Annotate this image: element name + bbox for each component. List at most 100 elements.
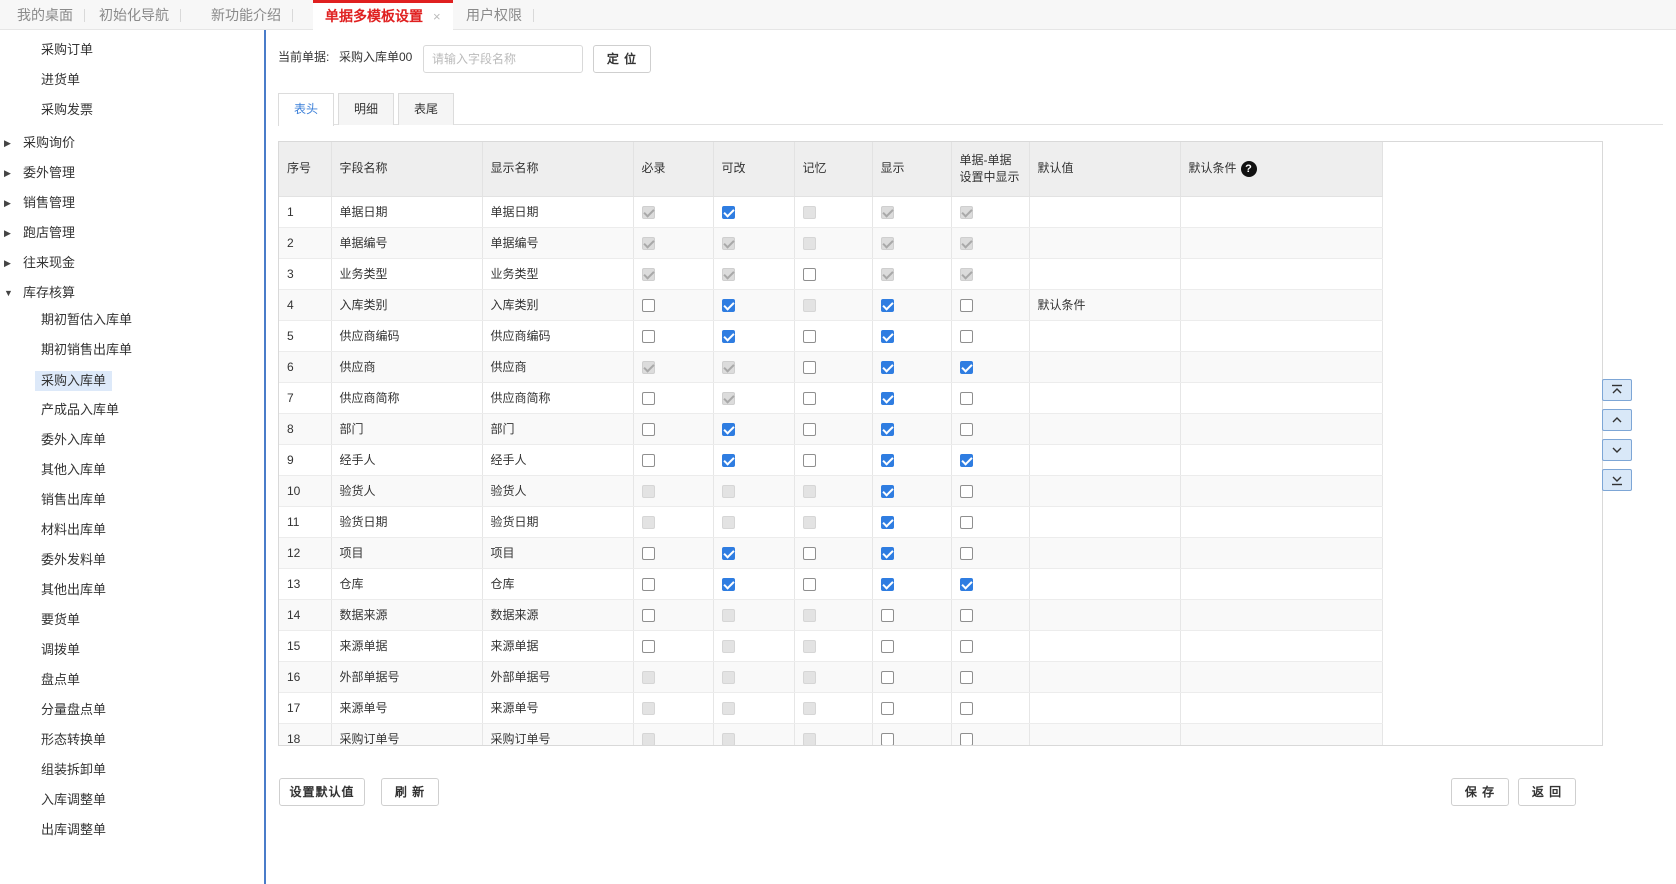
default-value-cell[interactable] <box>1029 661 1181 693</box>
default-value-cell[interactable] <box>1029 568 1181 600</box>
editable-checkbox[interactable] <box>721 205 735 219</box>
editable-checkbox[interactable] <box>721 577 735 591</box>
show-in-setting-checkbox[interactable] <box>959 298 973 312</box>
sidebar-item[interactable]: 期初暂估入库单 <box>0 305 262 335</box>
table-row[interactable]: 10 验货人 验货人 <box>279 475 1383 507</box>
default-condition-cell[interactable] <box>1180 475 1383 507</box>
sidebar-item[interactable]: 材料出库单 <box>0 515 262 545</box>
default-condition-cell[interactable] <box>1180 661 1383 693</box>
sidebar-item[interactable]: 调拨单 <box>0 635 262 665</box>
tab-footer[interactable]: 表尾 <box>398 93 454 125</box>
table-row[interactable]: 16 外部单据号 外部单据号 <box>279 661 1383 693</box>
memory-checkbox[interactable] <box>802 546 816 560</box>
show-in-setting-checkbox[interactable] <box>959 453 973 467</box>
show-in-setting-checkbox[interactable] <box>959 732 973 745</box>
table-row[interactable]: 15 来源单据 来源单据 <box>279 630 1383 662</box>
visible-checkbox[interactable] <box>880 422 894 436</box>
sidebar-item[interactable]: 出库调整单 <box>0 815 262 845</box>
visible-checkbox[interactable] <box>880 515 894 529</box>
visible-checkbox[interactable] <box>880 360 894 374</box>
move-top-button[interactable] <box>1602 379 1632 401</box>
sidebar-item[interactable]: 产成品入库单 <box>0 395 262 425</box>
visible-checkbox[interactable] <box>880 732 894 745</box>
caret-right-icon[interactable]: ▶ <box>4 248 11 278</box>
default-value-cell[interactable] <box>1029 258 1181 290</box>
set-default-button[interactable]: 设置默认值 <box>279 778 365 806</box>
default-value-cell[interactable] <box>1029 196 1181 228</box>
move-up-button[interactable] <box>1602 409 1632 431</box>
editable-checkbox[interactable] <box>721 546 735 560</box>
table-row[interactable]: 3 业务类型 业务类型 <box>279 258 1383 290</box>
show-in-setting-checkbox[interactable] <box>959 577 973 591</box>
default-condition-cell[interactable] <box>1180 444 1383 476</box>
table-row[interactable]: 6 供应商 供应商 <box>279 351 1383 383</box>
table-row[interactable]: 7 供应商简称 供应商简称 <box>279 382 1383 414</box>
field-search-input[interactable] <box>423 45 583 73</box>
show-in-setting-checkbox[interactable] <box>959 484 973 498</box>
caret-right-icon[interactable]: ▶ <box>4 128 11 158</box>
sidebar-item[interactable]: 分量盘点单 <box>0 695 262 725</box>
visible-checkbox[interactable] <box>880 546 894 560</box>
table-row[interactable]: 8 部门 部门 <box>279 413 1383 445</box>
sidebar-item[interactable]: 组装拆卸单 <box>0 755 262 785</box>
sidebar-item[interactable]: 其他入库单 <box>0 455 262 485</box>
sidebar-item[interactable]: ▼ 库存核算 <box>0 278 262 308</box>
locate-button[interactable]: 定 位 <box>593 45 651 73</box>
top-tab-multi-template[interactable]: 单据多模板设置 × <box>313 0 453 30</box>
tab-header[interactable]: 表头 <box>278 93 334 126</box>
show-in-setting-checkbox[interactable] <box>959 546 973 560</box>
visible-checkbox[interactable] <box>880 670 894 684</box>
default-value-cell[interactable] <box>1029 723 1181 745</box>
memory-checkbox[interactable] <box>802 329 816 343</box>
sidebar-item[interactable]: 销售出库单 <box>0 485 262 515</box>
memory-checkbox[interactable] <box>802 422 816 436</box>
visible-checkbox[interactable] <box>880 608 894 622</box>
memory-checkbox[interactable] <box>802 391 816 405</box>
sidebar-item[interactable]: 采购入库单 <box>0 365 262 395</box>
visible-checkbox[interactable] <box>880 577 894 591</box>
caret-right-icon[interactable]: ▶ <box>4 188 11 218</box>
sidebar-item[interactable]: 要货单 <box>0 605 262 635</box>
editable-checkbox[interactable] <box>721 422 735 436</box>
default-condition-cell[interactable] <box>1180 506 1383 538</box>
show-in-setting-checkbox[interactable] <box>959 639 973 653</box>
sidebar-item[interactable]: 期初销售出库单 <box>0 335 262 365</box>
required-checkbox[interactable] <box>641 329 655 343</box>
table-row[interactable]: 1 单据日期 单据日期 <box>279 196 1383 228</box>
table-row[interactable]: 14 数据来源 数据来源 <box>279 599 1383 631</box>
default-value-cell[interactable] <box>1029 413 1181 445</box>
visible-checkbox[interactable] <box>880 298 894 312</box>
table-row[interactable]: 12 项目 项目 <box>279 537 1383 569</box>
sidebar-item[interactable]: 其他出库单 <box>0 575 262 605</box>
memory-checkbox[interactable] <box>802 360 816 374</box>
memory-checkbox[interactable] <box>802 267 816 281</box>
sidebar-item[interactable]: 盘点单 <box>0 665 262 695</box>
default-condition-cell[interactable] <box>1180 723 1383 745</box>
required-checkbox[interactable] <box>641 608 655 622</box>
default-value-cell[interactable] <box>1029 227 1181 259</box>
table-row[interactable]: 2 单据编号 单据编号 <box>279 227 1383 259</box>
help-icon[interactable]: ? <box>1240 161 1257 178</box>
move-bottom-button[interactable] <box>1602 469 1632 491</box>
show-in-setting-checkbox[interactable] <box>959 701 973 715</box>
memory-checkbox[interactable] <box>802 577 816 591</box>
sidebar-item[interactable]: ▶ 往来现金 <box>0 248 262 278</box>
close-icon[interactable]: × <box>433 9 441 24</box>
default-condition-cell[interactable] <box>1180 537 1383 569</box>
required-checkbox[interactable] <box>641 391 655 405</box>
required-checkbox[interactable] <box>641 639 655 653</box>
move-down-button[interactable] <box>1602 439 1632 461</box>
sidebar-item[interactable]: ▶ 采购询价 <box>0 128 262 158</box>
visible-checkbox[interactable] <box>880 391 894 405</box>
caret-down-icon[interactable]: ▼ <box>4 278 13 308</box>
sidebar-item[interactable]: ▶ 跑店管理 <box>0 218 262 248</box>
top-tab-user-permissions[interactable]: 用户权限 <box>454 0 534 30</box>
table-row[interactable]: 18 采购订单号 采购订单号 <box>279 723 1383 745</box>
default-value-cell[interactable] <box>1029 444 1181 476</box>
visible-checkbox[interactable] <box>880 329 894 343</box>
default-condition-cell[interactable] <box>1180 692 1383 724</box>
default-value-cell[interactable] <box>1029 382 1181 414</box>
editable-checkbox[interactable] <box>721 329 735 343</box>
default-condition-cell[interactable] <box>1180 413 1383 445</box>
default-value-cell[interactable] <box>1029 599 1181 631</box>
